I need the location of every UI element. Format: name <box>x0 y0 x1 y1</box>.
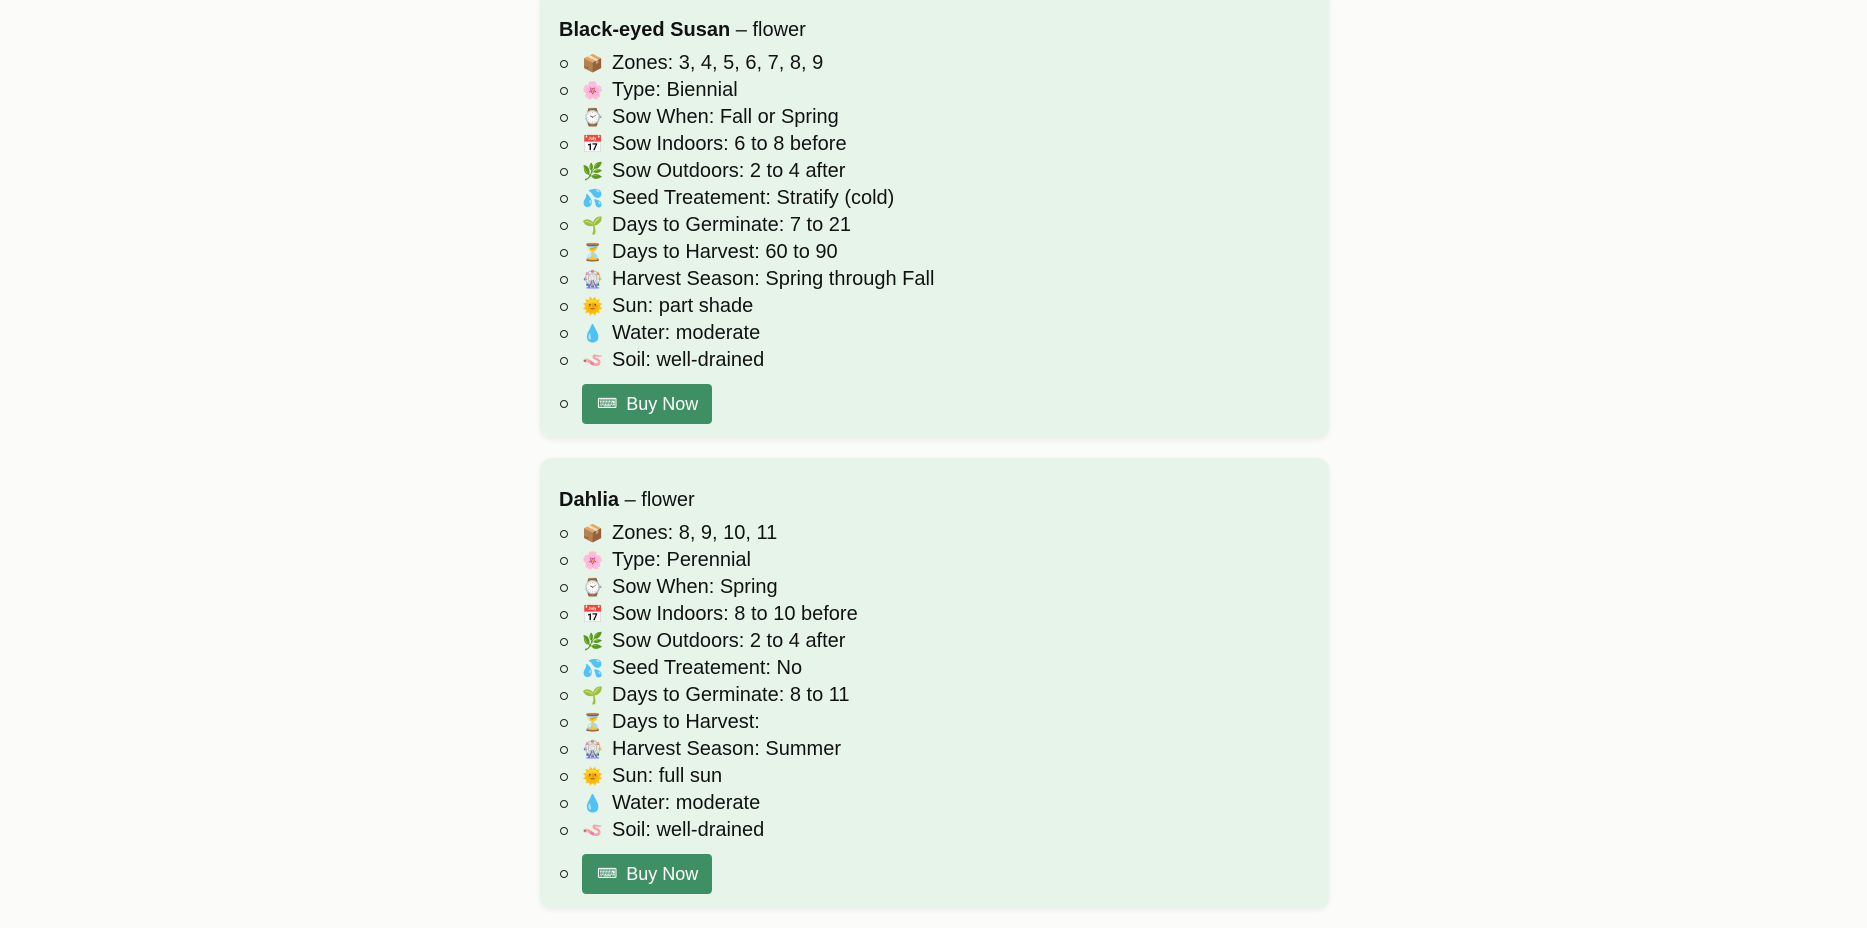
calendar-icon: 📅 <box>582 135 604 155</box>
detail-label: Harvest Season: Spring through Fall <box>612 268 935 290</box>
detail-label: Days to Harvest: 60 to 90 <box>612 241 838 263</box>
watch-icon: ⌚ <box>582 578 604 598</box>
detail-label: Sow Indoors: 6 to 8 before <box>612 133 847 155</box>
ferris-wheel-icon: 🎡 <box>582 740 604 760</box>
cherry-blossom-icon: 🌸 <box>582 81 604 101</box>
detail-water: 💧 Water: moderate <box>559 320 1311 347</box>
detail-soil: 🪱 Soil: well-drained <box>559 347 1311 374</box>
detail-soil: 🪱 Soil: well-drained <box>559 817 1311 844</box>
plant-name: Dahlia <box>559 489 620 511</box>
detail-label: Sun: full sun <box>612 765 723 787</box>
worm-icon: 🪱 <box>582 351 604 371</box>
package-icon: 📦 <box>582 524 604 544</box>
detail-sow-when: ⌚ Sow When: Spring <box>559 574 1311 601</box>
sun-face-icon: 🌞 <box>582 297 604 317</box>
plant-card: Dahlia – flower 📦 Zones: 8, 9, 10, 11 🌸 Ty… <box>540 458 1329 908</box>
plant-card-title: Black-eyed Susan – flower <box>559 19 806 41</box>
detail-water: 💧 Water: moderate <box>559 790 1311 817</box>
worm-icon: 🪱 <box>582 821 604 841</box>
detail-sun: 🌞 Sun: part shade <box>559 293 1311 320</box>
detail-harvest-season: 🎡 Harvest Season: Summer <box>559 736 1311 763</box>
detail-days-to-germinate: 🌱 Days to Germinate: 8 to 11 <box>559 682 1311 709</box>
plant-category: flower <box>641 489 695 511</box>
keyboard-icon: ⌨ <box>597 866 618 882</box>
detail-label: Type: Perennial <box>612 549 751 571</box>
detail-label: Water: moderate <box>612 792 761 814</box>
detail-days-to-germinate: 🌱 Days to Germinate: 7 to 21 <box>559 212 1311 239</box>
hourglass-icon: ⏳ <box>582 713 604 733</box>
buy-row: ⌨ Buy Now <box>559 854 1311 894</box>
detail-days-to-harvest: ⏳ Days to Harvest: 60 to 90 <box>559 239 1311 266</box>
detail-harvest-season: 🎡 Harvest Season: Spring through Fall <box>559 266 1311 293</box>
detail-type: 🌸 Type: Perennial <box>559 547 1311 574</box>
droplet-icon: 💧 <box>582 794 604 814</box>
detail-zones: 📦 Zones: 3, 4, 5, 6, 7, 8, 9 <box>559 50 1311 77</box>
detail-sow-outdoors: 🌿 Sow Outdoors: 2 to 4 after <box>559 628 1311 655</box>
buy-row: ⌨ Buy Now <box>559 384 1311 424</box>
detail-label: Days to Germinate: 7 to 21 <box>612 214 852 236</box>
detail-label: Sow When: Fall or Spring <box>612 106 839 128</box>
detail-label: Days to Harvest: <box>612 711 760 733</box>
detail-type: 🌸 Type: Biennial <box>559 77 1311 104</box>
plant-card: Black-eyed Susan – flower 📦 Zones: 3, 4, … <box>540 0 1329 438</box>
herb-icon: 🌿 <box>582 162 604 182</box>
buy-now-label: Buy Now <box>626 863 699 884</box>
detail-label: Sow When: Spring <box>612 576 778 598</box>
cherry-blossom-icon: 🌸 <box>582 551 604 571</box>
detail-label: Harvest Season: Summer <box>612 738 841 760</box>
keyboard-icon: ⌨ <box>597 396 618 412</box>
detail-label: Sow Outdoors: 2 to 4 after <box>612 630 846 652</box>
plant-category: flower <box>752 19 806 41</box>
package-icon: 📦 <box>582 54 604 74</box>
detail-sow-indoors: 📅 Sow Indoors: 6 to 8 before <box>559 131 1311 158</box>
detail-label: Days to Germinate: 8 to 11 <box>612 684 850 706</box>
detail-label: Soil: well-drained <box>612 349 765 371</box>
detail-label: Sow Outdoors: 2 to 4 after <box>612 160 846 182</box>
buy-now-button[interactable]: ⌨ Buy Now <box>582 384 713 424</box>
buy-now-label: Buy Now <box>626 393 699 414</box>
ferris-wheel-icon: 🎡 <box>582 270 604 290</box>
detail-zones: 📦 Zones: 8, 9, 10, 11 <box>559 520 1311 547</box>
seedling-icon: 🌱 <box>582 216 604 236</box>
plant-name: Black-eyed Susan <box>559 19 731 41</box>
detail-label: Seed Treatement: Stratify (cold) <box>612 187 895 209</box>
detail-label: Zones: 8, 9, 10, 11 <box>612 522 778 544</box>
watch-icon: ⌚ <box>582 108 604 128</box>
herb-icon: 🌿 <box>582 632 604 652</box>
plant-card-title: Dahlia – flower <box>559 489 695 511</box>
detail-label: Type: Biennial <box>612 79 738 101</box>
detail-seed-treatment: 💦 Seed Treatement: No <box>559 655 1311 682</box>
detail-seed-treatment: 💦 Seed Treatement: Stratify (cold) <box>559 185 1311 212</box>
seedling-icon: 🌱 <box>582 686 604 706</box>
detail-label: Water: moderate <box>612 322 761 344</box>
calendar-icon: 📅 <box>582 605 604 625</box>
detail-days-to-harvest: ⏳ Days to Harvest: <box>559 709 1311 736</box>
hourglass-icon: ⏳ <box>582 243 604 263</box>
detail-sow-indoors: 📅 Sow Indoors: 8 to 10 before <box>559 601 1311 628</box>
detail-sow-outdoors: 🌿 Sow Outdoors: 2 to 4 after <box>559 158 1311 185</box>
detail-label: Sow Indoors: 8 to 10 before <box>612 603 858 625</box>
detail-label: Seed Treatement: No <box>612 657 803 679</box>
detail-label: Zones: 3, 4, 5, 6, 7, 8, 9 <box>612 52 824 74</box>
detail-sow-when: ⌚ Sow When: Fall or Spring <box>559 104 1311 131</box>
droplet-icon: 💧 <box>582 324 604 344</box>
plant-feed: Black-eyed Susan – flower 📦 Zones: 3, 4, … <box>540 0 1329 928</box>
detail-label: Sun: part shade <box>612 295 754 317</box>
plant-details-list: 📦 Zones: 3, 4, 5, 6, 7, 8, 9 🌸 Type: Bienn… <box>559 50 1311 424</box>
water-drops-icon: 💦 <box>582 189 604 209</box>
buy-now-button[interactable]: ⌨ Buy Now <box>582 854 713 894</box>
plant-details-list: 📦 Zones: 8, 9, 10, 11 🌸 Type: Perennial ⌚ S… <box>559 520 1311 894</box>
detail-sun: 🌞 Sun: full sun <box>559 763 1311 790</box>
sun-face-icon: 🌞 <box>582 767 604 787</box>
water-drops-icon: 💦 <box>582 659 604 679</box>
detail-label: Soil: well-drained <box>612 819 765 841</box>
